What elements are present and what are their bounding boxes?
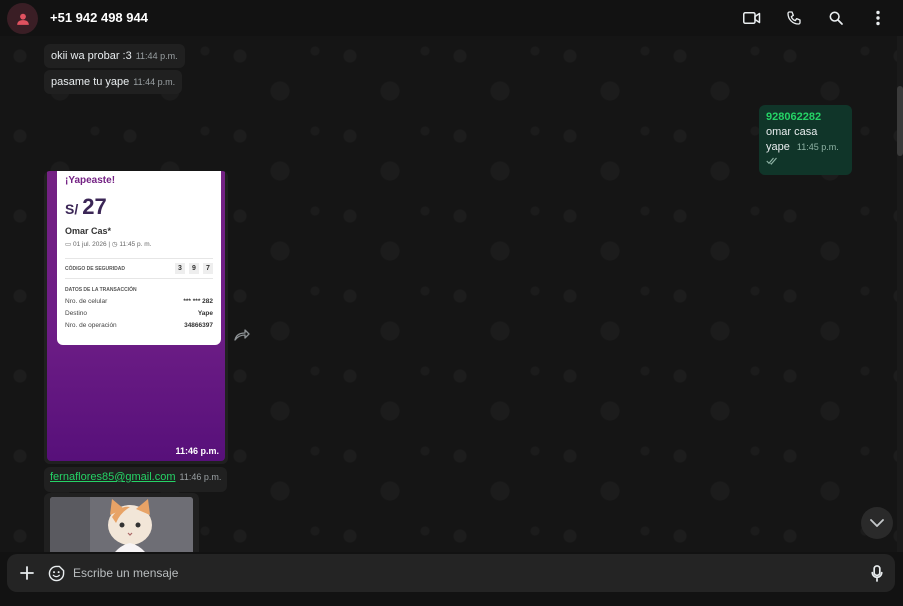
composer <box>7 554 895 592</box>
incoming-message[interactable]: okii wa probar :3 11:44 p.m. <box>44 44 185 68</box>
message-time: 11:46 p.m. <box>175 446 219 456</box>
incoming-message[interactable]: fernaflores85@gmail.com 11:46 p.m. <box>44 467 228 492</box>
video-call-button[interactable] <box>742 8 762 28</box>
forward-icon <box>234 329 250 341</box>
plus-icon <box>20 566 34 580</box>
person-icon <box>16 13 29 25</box>
transaction-row: Nro. de celular *** *** 282 <box>65 298 213 305</box>
chat-header: +51 942 498 944 <box>0 0 903 36</box>
chat-scrollbar[interactable] <box>897 36 903 552</box>
security-code-row: CÓDIGO DE SEGURIDAD 3 9 7 <box>65 258 213 279</box>
chat-area[interactable]: okii wa probar :3 11:44 p.m. pasame tu ya… <box>0 36 897 552</box>
image-message[interactable] <box>44 493 199 552</box>
security-digit: 3 <box>175 263 185 274</box>
message-line: yape <box>766 141 790 153</box>
search-icon <box>829 11 843 25</box>
message-time: 11:46 p.m. <box>179 472 222 482</box>
microphone-icon <box>871 564 883 582</box>
composer-bar <box>0 552 903 606</box>
attach-button[interactable] <box>17 563 37 583</box>
message-line: omar casa <box>766 126 818 138</box>
receipt-datetime: ▭ 01 jul. 2026 | ◷ 11:45 p. m. <box>65 241 152 248</box>
recipient-name: Omar Cas* <box>65 226 112 236</box>
receipt-card: ¡Yapeaste! S/ 27 Omar Cas* ▭ 01 jul. 202… <box>57 171 221 345</box>
outgoing-message[interactable]: 928062282 omar casa yape 11:45 p.m. <box>759 105 852 175</box>
image-message[interactable]: ¡Yapeaste! S/ 27 Omar Cas* ▭ 01 jul. 202… <box>44 171 228 464</box>
row-value: Yape <box>197 310 213 317</box>
message-time: 11:44 p.m. <box>133 77 176 87</box>
receipt-time: 11:45 p. m. <box>119 241 152 248</box>
security-digit: 7 <box>203 263 213 274</box>
voice-message-button[interactable] <box>867 563 887 583</box>
message-text: pasame tu yape <box>51 76 130 88</box>
receipt-amount: S/ 27 <box>65 194 213 220</box>
row-label: Nro. de celular <box>65 298 108 305</box>
chevron-down-icon <box>870 519 884 527</box>
receipt-image[interactable]: ¡Yapeaste! S/ 27 Omar Cas* ▭ 01 jul. 202… <box>47 171 225 461</box>
scrollbar-thumb[interactable] <box>897 86 903 156</box>
voice-call-button[interactable] <box>784 8 804 28</box>
read-receipt-icon <box>766 157 777 165</box>
message-input[interactable] <box>73 563 853 583</box>
cat-image[interactable] <box>50 497 193 552</box>
video-call-icon <box>743 12 761 24</box>
receipt-title: ¡Yapeaste! <box>65 175 116 186</box>
sticker-button[interactable] <box>46 563 66 583</box>
message-time: 11:44 p.m. <box>135 51 178 61</box>
email-link[interactable]: fernaflores85@gmail.com <box>50 471 176 483</box>
security-code-label: CÓDIGO DE SEGURIDAD <box>65 265 126 272</box>
currency-symbol: S/ <box>65 201 79 217</box>
row-label: Destino <box>65 310 88 317</box>
transaction-row: Nro. de operación 34866397 <box>65 322 213 329</box>
row-value: 34866397 <box>184 322 213 329</box>
scroll-to-bottom-button[interactable] <box>861 507 893 539</box>
receipt-date: 01 jul. 2026 <box>72 241 107 248</box>
security-digit: 9 <box>189 263 199 274</box>
row-label: Nro. de operación <box>65 322 117 329</box>
phone-icon <box>787 11 801 25</box>
phone-number-text: 928062282 <box>766 111 822 123</box>
more-vertical-icon <box>876 10 880 26</box>
message-text: okii wa probar :3 <box>51 50 132 62</box>
menu-button[interactable] <box>868 8 888 28</box>
incoming-message[interactable]: pasame tu yape 11:44 p.m. <box>44 70 183 94</box>
calendar-icon: ▭ <box>65 241 72 248</box>
transaction-row: Destino Yape <box>65 310 213 317</box>
clock-icon: ◷ <box>111 241 118 248</box>
contact-name[interactable]: +51 942 498 944 <box>50 10 148 25</box>
row-value: *** *** 282 <box>183 298 213 305</box>
contact-avatar[interactable] <box>7 3 38 34</box>
search-button[interactable] <box>826 8 846 28</box>
cat-illustration <box>50 497 193 552</box>
forward-button[interactable] <box>234 328 250 342</box>
sticker-icon <box>48 565 64 581</box>
message-time: 11:45 p.m. <box>796 142 839 152</box>
transaction-section-label: DATOS DE LA TRANSACCIÓN <box>65 287 137 293</box>
amount-value: 27 <box>82 194 107 219</box>
